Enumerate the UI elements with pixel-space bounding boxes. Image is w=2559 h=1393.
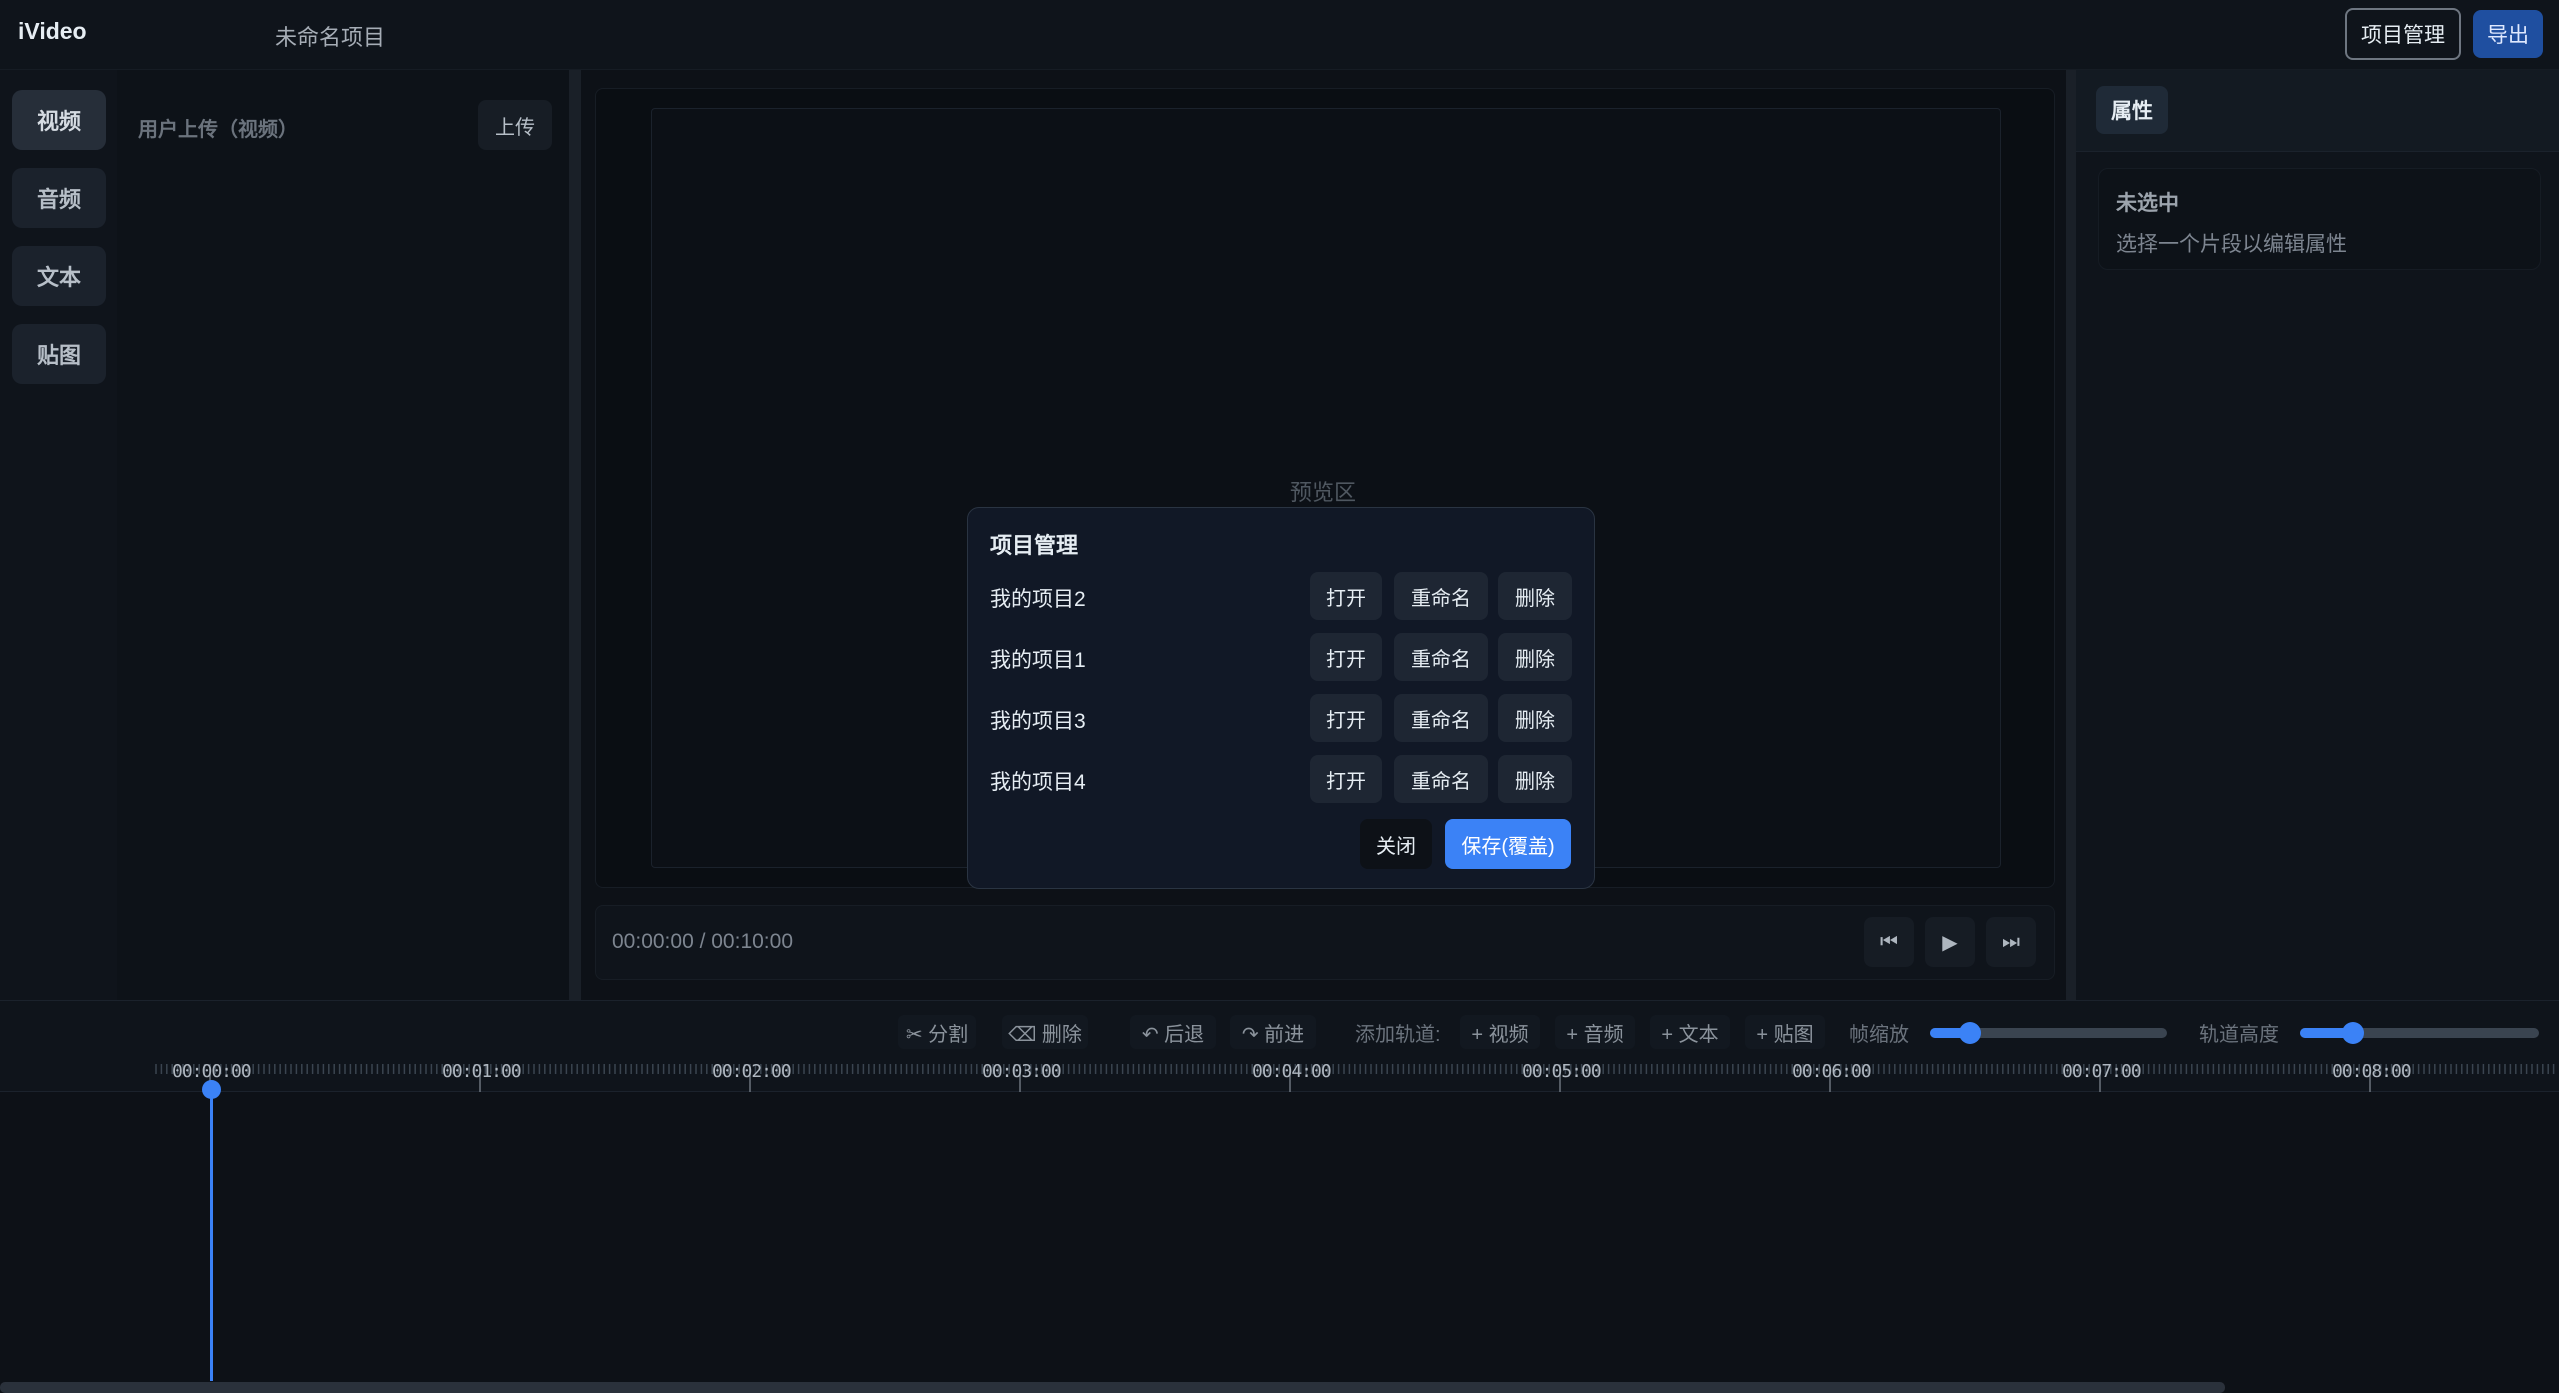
skip-back-button[interactable]: ⏮	[1864, 917, 1914, 967]
delete-project-button[interactable]: 删除	[1498, 633, 1572, 681]
properties-empty-description: 选择一个片段以编辑属性	[2116, 233, 2347, 256]
delete-clip-button[interactable]: ⌫ 删除	[1002, 1015, 1088, 1049]
ruler-time-label: 00:08:00	[2332, 1061, 2412, 1082]
open-project-button[interactable]: 打开	[1310, 694, 1382, 742]
transport-bar	[595, 905, 2055, 980]
skip-forward-button[interactable]: ⏭	[1986, 917, 2036, 967]
nav-audio-button[interactable]: 音频	[12, 168, 106, 228]
ruler-time-label: 00:07:00	[2062, 1061, 2142, 1082]
rename-project-button[interactable]: 重命名	[1394, 572, 1488, 620]
panel-resize-handle-left[interactable]	[569, 70, 581, 1000]
dialog-title: 项目管理	[990, 533, 1079, 558]
preview-placeholder-label: 预览区	[1290, 480, 1357, 505]
nav-video-button[interactable]: 视频	[12, 90, 106, 150]
redo-button[interactable]: ↷ 前进	[1230, 1015, 1316, 1049]
rename-project-button[interactable]: 重命名	[1394, 755, 1488, 803]
open-project-button[interactable]: 打开	[1310, 572, 1382, 620]
ruler-time-label: 00:01:00	[442, 1061, 522, 1082]
ruler-time-label: 00:06:00	[1792, 1061, 1872, 1082]
delete-project-button[interactable]: 删除	[1498, 694, 1572, 742]
project-name-label: 我的项目3	[990, 710, 1086, 733]
project-name-label: 我的项目4	[990, 771, 1086, 794]
add-text-track-button[interactable]: + 文本	[1650, 1015, 1730, 1049]
track-height-label: 轨道高度	[2199, 1024, 2279, 1046]
ruler-time-label: 00:04:00	[1252, 1061, 1332, 1082]
rename-project-button[interactable]: 重命名	[1394, 694, 1488, 742]
ruler-time-label: 00:02:00	[712, 1061, 792, 1082]
media-panel	[117, 70, 569, 1000]
project-name-label: 我的项目1	[990, 649, 1086, 672]
timeline-tracks-area[interactable]	[0, 1092, 2559, 1382]
add-audio-track-button[interactable]: + 音频	[1555, 1015, 1635, 1049]
add-sticker-track-button[interactable]: + 贴图	[1745, 1015, 1825, 1049]
ruler-time-label: 00:00:00	[172, 1061, 252, 1082]
ruler-time-label: 00:05:00	[1522, 1061, 1602, 1082]
app-logo-title: iVideo	[18, 18, 87, 44]
undo-button[interactable]: ↶ 后退	[1130, 1015, 1216, 1049]
nav-sticker-button[interactable]: 贴图	[12, 324, 106, 384]
track-height-slider-thumb[interactable]	[2342, 1022, 2364, 1044]
playhead-line[interactable]	[210, 1088, 213, 1381]
zoom-slider-thumb[interactable]	[1959, 1022, 1981, 1044]
export-button[interactable]: 导出	[2473, 10, 2543, 58]
panel-resize-handle-right[interactable]	[2066, 70, 2076, 1000]
skip-forward-icon: ⏭	[2002, 930, 2020, 953]
split-button[interactable]: ✂ 分割	[898, 1015, 976, 1049]
play-button[interactable]: ▶	[1925, 917, 1975, 967]
project-name[interactable]: 未命名项目	[275, 20, 385, 52]
open-project-button[interactable]: 打开	[1310, 633, 1382, 681]
media-panel-title: 用户上传（视频）	[138, 119, 298, 141]
timeline-horizontal-scrollbar[interactable]	[0, 1382, 2225, 1393]
rename-project-button[interactable]: 重命名	[1394, 633, 1488, 681]
delete-project-button[interactable]: 删除	[1498, 755, 1572, 803]
play-icon: ▶	[1942, 931, 1958, 954]
open-project-button[interactable]: 打开	[1310, 755, 1382, 803]
playhead-handle[interactable]	[202, 1080, 221, 1099]
zoom-label: 帧缩放	[1849, 1024, 1909, 1046]
skip-back-icon: ⏮	[1880, 930, 1898, 953]
dialog-close-button[interactable]: 关闭	[1360, 819, 1432, 869]
timecode-display: 00:00:00 / 00:10:00	[612, 930, 793, 953]
upload-button[interactable]: 上传	[478, 100, 552, 150]
delete-project-button[interactable]: 删除	[1498, 572, 1572, 620]
dialog-save-overwrite-button[interactable]: 保存(覆盖)	[1445, 819, 1571, 869]
project-name-label: 我的项目2	[990, 588, 1086, 611]
ruler-time-label: 00:03:00	[982, 1061, 1062, 1082]
add-video-track-button[interactable]: + 视频	[1460, 1015, 1540, 1049]
project-manage-button[interactable]: 项目管理	[2345, 8, 2461, 60]
nav-text-button[interactable]: 文本	[12, 246, 106, 306]
properties-empty-title: 未选中	[2116, 192, 2179, 215]
add-track-label: 添加轨道:	[1355, 1024, 1441, 1046]
tab-properties[interactable]: 属性	[2096, 86, 2168, 134]
